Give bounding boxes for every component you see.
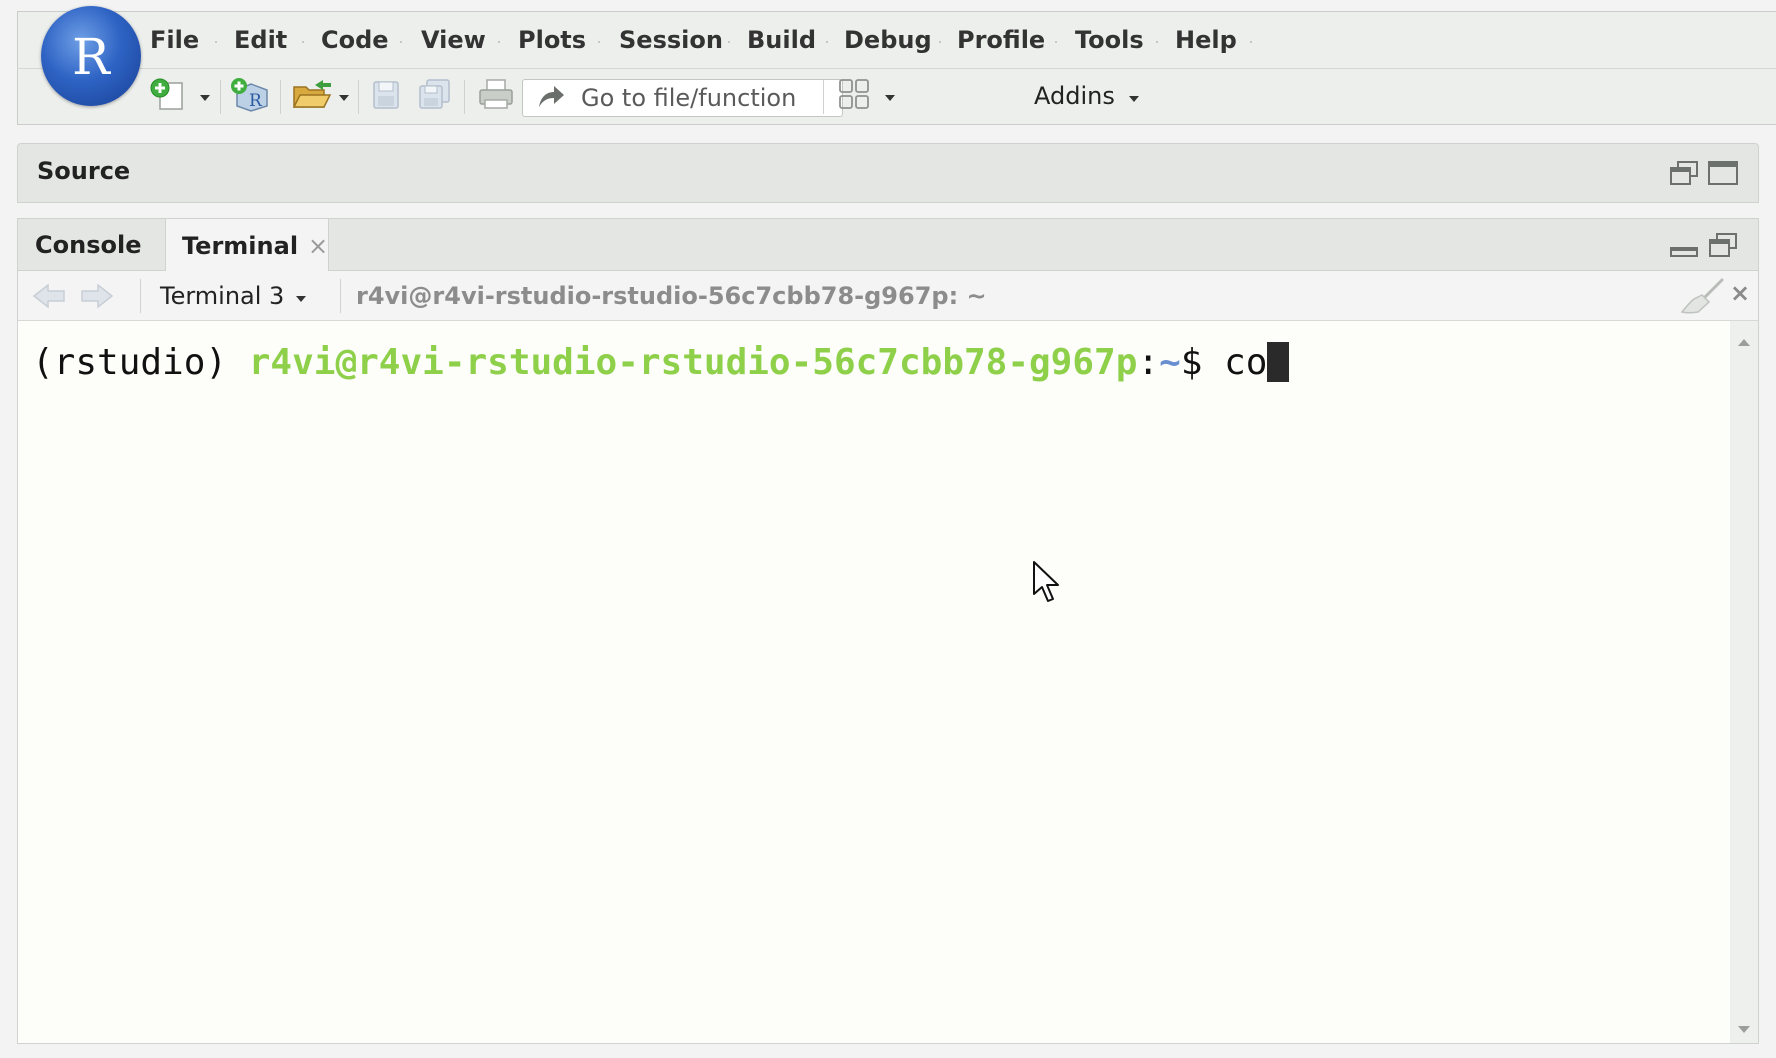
menu-separator — [728, 41, 730, 43]
terminal-prompt-line: (rstudio) r4vi@r4vi-rstudio-rstudio-56c7… — [32, 341, 1290, 385]
menu-separator — [1156, 41, 1158, 43]
toolbar-divider — [823, 80, 824, 114]
console-terminal-pane: Console Terminal × Terminal 3 r4vi@r4vi-… — [17, 218, 1759, 1044]
menu-session[interactable]: Session — [619, 26, 723, 54]
save-icon — [369, 77, 403, 115]
r-logo-letter: R — [72, 28, 110, 86]
maximize-pane-icon[interactable] — [1707, 159, 1739, 191]
goto-arrow-icon — [537, 83, 565, 113]
pane-layout-button[interactable] — [837, 78, 895, 114]
terminal-colon: : — [1137, 342, 1160, 383]
terminal-user-host: r4vi@r4vi-rstudio-rstudio-56c7cbb78-g967… — [248, 342, 1138, 383]
scroll-down-icon[interactable] — [1738, 1019, 1750, 1038]
terminal-cursor — [1267, 342, 1290, 382]
close-terminal-icon[interactable]: × — [1730, 279, 1750, 307]
menu-build[interactable]: Build — [747, 26, 816, 54]
tab-console-label: Console — [35, 231, 142, 259]
terminal-typed-text: co — [1224, 342, 1268, 383]
svg-text:R: R — [249, 91, 263, 111]
terminal-cwd: ~ — [1159, 342, 1181, 383]
goto-input[interactable] — [581, 84, 831, 112]
source-pane: Source — [17, 143, 1759, 203]
new-project-icon: R — [229, 76, 271, 116]
chevron-down-icon[interactable] — [339, 95, 349, 101]
print-button[interactable] — [477, 78, 515, 114]
open-file-icon — [291, 77, 333, 115]
tab-terminal-label: Terminal — [182, 231, 299, 260]
scroll-up-icon[interactable] — [1738, 331, 1750, 350]
source-pane-title: Source — [37, 157, 131, 185]
goto-file-function[interactable] — [522, 79, 843, 117]
menu-separator — [1055, 41, 1057, 43]
chevron-down-icon — [1128, 96, 1139, 102]
toolbar-divider — [220, 80, 221, 114]
toolbar-divider — [358, 80, 359, 114]
new-file-icon — [150, 77, 190, 115]
chevron-down-icon — [296, 296, 307, 302]
new-project-button[interactable]: R — [229, 78, 271, 114]
close-tab-icon[interactable]: × — [308, 232, 328, 260]
menu-separator — [302, 41, 304, 43]
terminal-selector-label: Terminal 3 — [160, 282, 285, 310]
restore-pane-icon[interactable] — [1668, 159, 1700, 191]
menu-bar: File Edit Code View Plots Session Build … — [17, 11, 1776, 69]
pane-layout-icon — [837, 77, 871, 115]
menu-file[interactable]: File — [150, 26, 199, 54]
chevron-down-icon[interactable] — [885, 95, 895, 101]
terminal-scrollbar[interactable] — [1730, 321, 1758, 1043]
menu-separator — [215, 41, 217, 43]
restore-pane-icon[interactable] — [1707, 231, 1739, 263]
menu-help[interactable]: Help — [1175, 26, 1237, 54]
menu-edit[interactable]: Edit — [234, 26, 287, 54]
terminal-env-prefix: (rstudio) — [32, 342, 249, 383]
menu-separator — [1250, 41, 1252, 43]
chevron-down-icon[interactable] — [200, 95, 210, 101]
menu-separator — [498, 41, 500, 43]
addins-menu[interactable]: Addins — [1034, 78, 1139, 114]
mouse-cursor-icon — [1032, 560, 1062, 608]
toolbar-divider — [340, 279, 341, 313]
menu-debug[interactable]: Debug — [844, 26, 932, 54]
r-logo: R — [41, 6, 141, 106]
toolbar-divider — [280, 80, 281, 114]
terminal-toolbar: Terminal 3 r4vi@r4vi-rstudio-rstudio-56c… — [18, 271, 1758, 321]
menu-profile[interactable]: Profile — [957, 26, 1045, 54]
menu-separator — [598, 41, 600, 43]
menu-tools[interactable]: Tools — [1075, 26, 1144, 54]
menu-separator — [400, 41, 402, 43]
terminal-selector[interactable]: Terminal 3 — [160, 280, 307, 312]
menu-view[interactable]: View — [421, 26, 486, 54]
tab-console[interactable]: Console — [35, 219, 165, 271]
print-icon — [477, 77, 515, 115]
menu-separator — [939, 41, 941, 43]
tab-terminal[interactable]: Terminal × — [165, 219, 329, 272]
terminal-prompt-symbol: $ — [1180, 342, 1225, 383]
pane-tab-bar: Console Terminal × — [18, 219, 1758, 272]
new-file-button[interactable] — [150, 78, 210, 114]
terminal-output[interactable]: (rstudio) r4vi@r4vi-rstudio-rstudio-56c7… — [18, 321, 1728, 1043]
terminal-path: r4vi@r4vi-rstudio-rstudio-56c7cbb78-g967… — [356, 282, 987, 310]
open-file-button[interactable] — [291, 78, 349, 114]
toolbar-divider — [140, 279, 141, 313]
main-toolbar: R Go to file/function Addins — [17, 70, 1776, 125]
addins-label: Addins — [1034, 82, 1115, 110]
toolbar-divider — [464, 80, 465, 114]
save-all-icon — [416, 77, 454, 115]
menu-plots[interactable]: Plots — [518, 26, 586, 54]
back-arrow-icon[interactable] — [32, 281, 66, 315]
minimize-pane-icon[interactable] — [1668, 239, 1700, 265]
menu-separator — [826, 41, 828, 43]
forward-arrow-icon[interactable] — [80, 281, 114, 315]
menu-code[interactable]: Code — [321, 26, 389, 54]
save-all-button[interactable] — [416, 78, 454, 114]
save-button[interactable] — [369, 78, 403, 114]
clear-terminal-broom-icon[interactable] — [1680, 277, 1724, 319]
